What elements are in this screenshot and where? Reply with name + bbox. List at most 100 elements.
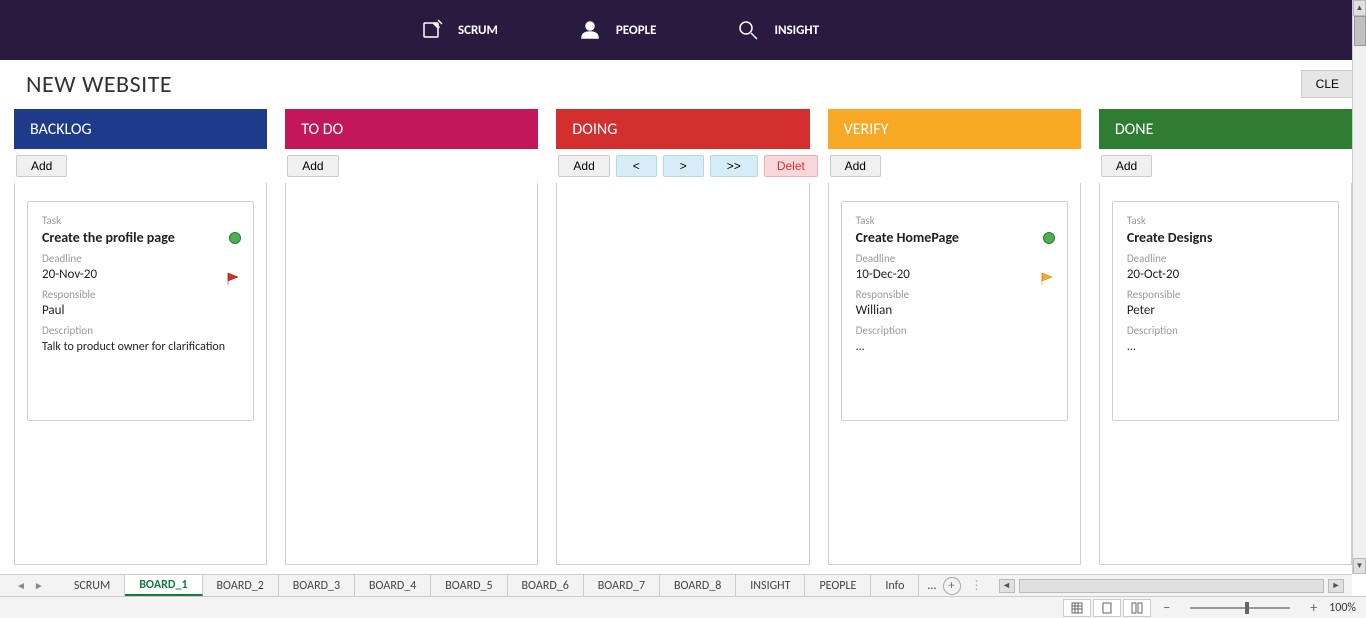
prev-button[interactable]: < (616, 155, 657, 177)
scroll-left-icon[interactable]: ◄ (999, 579, 1015, 593)
view-buttons (1063, 599, 1151, 617)
next-button[interactable]: > (663, 155, 704, 177)
column-toolbar-verify: Add (828, 149, 1081, 183)
delete-button[interactable]: Delet (764, 155, 818, 177)
kanban-board: BACKLOG Add Task Create the profile page… (0, 105, 1366, 565)
sheet-tab-insight[interactable]: INSIGHT (736, 575, 805, 596)
column-body-todo (285, 183, 538, 565)
sheet-tab-board_5[interactable]: BOARD_5 (431, 575, 507, 596)
card-deadline: 10-Dec-20 (856, 267, 1053, 282)
column-header-doing: DOING (556, 109, 809, 149)
column-backlog: BACKLOG Add Task Create the profile page… (14, 109, 267, 565)
card-title: Create HomePage (856, 229, 1053, 246)
card-backlog[interactable]: Task Create the profile page Deadline 20… (27, 201, 254, 421)
zoom-in-button[interactable]: + (1306, 599, 1321, 616)
zoom-out-button[interactable]: − (1159, 599, 1174, 616)
horizontal-scrollbar[interactable]: ◄ ► (991, 579, 1353, 593)
sheet-tab-board_3[interactable]: BOARD_3 (279, 575, 355, 596)
sheet-tab-board_2[interactable]: BOARD_2 (203, 575, 279, 596)
column-body-verify: Task Create HomePage Deadline 10-Dec-20 … (828, 183, 1081, 565)
card-responsible: Paul (42, 303, 239, 318)
sheet-tab-board_4[interactable]: BOARD_4 (355, 575, 431, 596)
card-deadline: 20-Nov-20 (42, 267, 239, 282)
column-toolbar-todo: Add (285, 149, 538, 183)
view-normal-button[interactable] (1063, 599, 1091, 617)
nav-people[interactable]: PEOPLE (578, 18, 657, 42)
card-responsible-label: Responsible (856, 288, 1053, 301)
column-body-done: Task Create Designs Deadline 20-Oct-20 R… (1099, 183, 1352, 565)
add-button-verify[interactable]: Add (830, 155, 881, 177)
card-task-label: Task (1127, 214, 1324, 227)
view-page-break-button[interactable] (1123, 599, 1151, 617)
sheet-tab-board_8[interactable]: BOARD_8 (660, 575, 736, 596)
scroll-thumb[interactable] (1354, 16, 1366, 46)
add-button-todo[interactable]: Add (287, 155, 338, 177)
sheet-tab-info[interactable]: Info (871, 575, 919, 596)
card-task-label: Task (42, 214, 239, 227)
column-verify: VERIFY Add Task Create HomePage Deadline… (828, 109, 1081, 565)
sheet-tab-scrum[interactable]: SCRUM (60, 575, 125, 596)
column-toolbar-doing: Add < > >> Delet (556, 149, 809, 183)
column-header-verify: VERIFY (828, 109, 1081, 149)
nav-scrum-label: SCRUM (458, 23, 498, 38)
column-header-done: DONE (1099, 109, 1352, 149)
pin-board-icon (420, 18, 444, 42)
card-description-label: Description (42, 324, 239, 337)
flag-icon (227, 272, 241, 286)
card-verify[interactable]: Task Create HomePage Deadline 10-Dec-20 … (841, 201, 1068, 421)
card-responsible: Willian (856, 303, 1053, 318)
card-done[interactable]: Task Create Designs Deadline 20-Oct-20 R… (1112, 201, 1339, 421)
clear-button[interactable]: CLE (1301, 70, 1354, 98)
vertical-scrollbar[interactable]: ▲ ▼ (1352, 0, 1366, 574)
column-header-todo: TO DO (285, 109, 538, 149)
card-description: ... (1127, 339, 1324, 356)
column-todo: TO DO Add (285, 109, 538, 565)
sheet-tab-board_6[interactable]: BOARD_6 (508, 575, 584, 596)
card-deadline-label: Deadline (856, 252, 1053, 265)
sheet-divider: ⋮ (971, 578, 983, 593)
column-toolbar-done: Add (1099, 149, 1352, 183)
card-deadline-label: Deadline (42, 252, 239, 265)
scroll-down-icon[interactable]: ▼ (1353, 558, 1366, 574)
view-page-layout-button[interactable] (1093, 599, 1121, 617)
scroll-up-icon[interactable]: ▲ (1353, 0, 1366, 16)
sheet-tab-people[interactable]: PEOPLE (805, 575, 871, 596)
status-bar: − + 100% (0, 596, 1366, 618)
card-description-label: Description (1127, 324, 1324, 337)
card-deadline: 20-Oct-20 (1127, 267, 1324, 282)
sheet-nav: ◄ ► (0, 579, 60, 592)
add-button-doing[interactable]: Add (558, 155, 609, 177)
add-button-done[interactable]: Add (1101, 155, 1152, 177)
column-body-backlog: Task Create the profile page Deadline 20… (14, 183, 267, 565)
sheet-nav-first-icon[interactable]: ◄ (16, 579, 26, 592)
scroll-right-icon[interactable]: ► (1328, 579, 1344, 593)
sheet-tab-board_7[interactable]: BOARD_7 (584, 575, 660, 596)
column-body-doing (556, 183, 809, 565)
sheet-more-label[interactable]: ... (927, 579, 936, 593)
sheet-nav-next-icon[interactable]: ► (34, 579, 44, 592)
sheet-tab-board_1[interactable]: BOARD_1 (125, 575, 202, 596)
zoom-level[interactable]: 100% (1329, 601, 1356, 615)
scroll-track[interactable] (1019, 579, 1325, 593)
card-title: Create Designs (1127, 229, 1324, 246)
flag-icon (1041, 272, 1055, 286)
page-title: NEW WEBSITE (26, 70, 172, 99)
card-title: Create the profile page (42, 229, 239, 246)
nav-insight[interactable]: INSIGHT (736, 18, 819, 42)
add-sheet-button[interactable]: + (943, 577, 961, 595)
person-icon (578, 18, 602, 42)
nav-insight-label: INSIGHT (774, 23, 819, 38)
last-button[interactable]: >> (710, 155, 758, 177)
add-button-backlog[interactable]: Add (16, 155, 67, 177)
zoom-slider[interactable] (1190, 607, 1290, 609)
nav-scrum[interactable]: SCRUM (420, 18, 498, 42)
title-row: NEW WEBSITE (0, 60, 1366, 105)
card-task-label: Task (856, 214, 1053, 227)
column-toolbar-backlog: Add (14, 149, 267, 183)
nav-people-label: PEOPLE (616, 23, 657, 38)
column-done: DONE Add Task Create Designs Deadline 20… (1099, 109, 1352, 565)
status-dot-icon (1043, 232, 1055, 244)
column-doing: DOING Add < > >> Delet (556, 109, 809, 565)
card-description: ... (856, 339, 1053, 356)
card-description: Talk to product owner for clarification (42, 339, 239, 356)
